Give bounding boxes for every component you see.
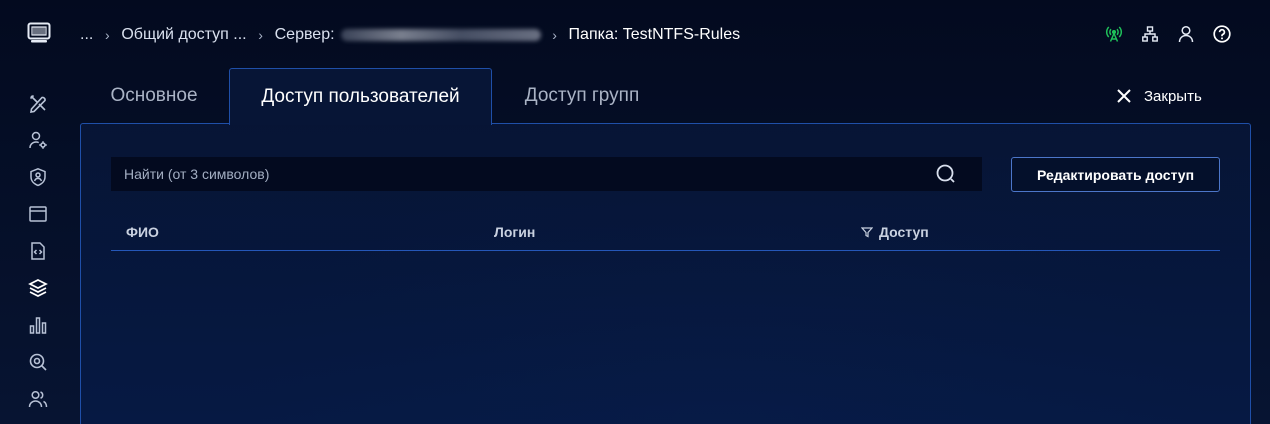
- tab-group-access[interactable]: Доступ групп: [492, 68, 672, 124]
- column-header-access[interactable]: Доступ: [861, 224, 929, 240]
- chevron-right-icon: ›: [552, 27, 557, 43]
- table-body: [111, 252, 1220, 424]
- layers-icon: [28, 278, 48, 297]
- close-label: Закрыть: [1144, 87, 1202, 105]
- search-bar: [111, 157, 982, 191]
- users-icon: [28, 390, 48, 407]
- column-header-label: Доступ: [879, 224, 929, 240]
- sidebar-item-reports[interactable]: [24, 306, 52, 343]
- header-actions: [1104, 24, 1232, 44]
- bar-chart-icon: [29, 316, 47, 334]
- chevron-right-icon: ›: [258, 27, 263, 43]
- search-input[interactable]: [111, 157, 934, 191]
- column-header-fio[interactable]: ФИО: [126, 224, 159, 240]
- search-icon[interactable]: [934, 162, 958, 186]
- filter-icon[interactable]: [861, 226, 873, 238]
- column-header-label: ФИО: [126, 224, 159, 240]
- edit-access-button[interactable]: Редактировать доступ: [1011, 157, 1220, 192]
- app-logo-icon[interactable]: [27, 22, 51, 44]
- app-window: ... › Общий доступ ... › Сервер: › Папка…: [0, 0, 1270, 424]
- close-button[interactable]: Закрыть: [1116, 86, 1202, 106]
- sidebar-item-code[interactable]: [24, 232, 52, 269]
- code-file-icon: [31, 241, 45, 260]
- breadcrumb-item-server[interactable]: Сервер:: [275, 26, 335, 44]
- content-panel: Редактировать доступ ФИО Логин Доступ: [80, 123, 1251, 424]
- window-icon: [29, 205, 47, 222]
- tab-general[interactable]: Основное: [80, 68, 228, 124]
- breadcrumb-item-shared-access[interactable]: Общий доступ ...: [121, 26, 246, 44]
- user-icon[interactable]: [1176, 24, 1196, 44]
- user-settings-icon: [29, 131, 47, 149]
- antenna-icon[interactable]: [1104, 24, 1124, 44]
- column-header-label: Логин: [494, 224, 536, 240]
- breadcrumb-item-ellipsis[interactable]: ...: [80, 26, 93, 44]
- redacted-server-name: [340, 29, 541, 41]
- table-header: ФИО Логин Доступ: [111, 216, 1220, 251]
- shield-icon: [30, 167, 46, 186]
- column-header-login[interactable]: Логин: [494, 224, 535, 240]
- tab-user-access[interactable]: Доступ пользователей: [229, 68, 492, 125]
- sidebar-item-users[interactable]: [24, 380, 52, 417]
- sidebar-nav: [24, 84, 52, 417]
- help-icon[interactable]: [1212, 24, 1232, 44]
- search-zoom-icon: [29, 353, 47, 371]
- breadcrumb: ... › Общий доступ ... › Сервер: › Папка…: [80, 24, 740, 46]
- sidebar-item-layers[interactable]: [24, 269, 52, 306]
- close-icon: [1117, 89, 1131, 103]
- network-icon[interactable]: [1140, 24, 1160, 44]
- sidebar-item-user-settings[interactable]: [24, 121, 52, 158]
- sidebar-item-search[interactable]: [24, 343, 52, 380]
- sidebar-item-security[interactable]: [24, 158, 52, 195]
- breadcrumb-item-folder: Папка: TestNTFS-Rules: [568, 26, 741, 43]
- chevron-right-icon: ›: [105, 27, 110, 43]
- top-bar: ... › Общий доступ ... › Сервер: › Папка…: [0, 0, 1270, 68]
- sidebar-item-window[interactable]: [24, 195, 52, 232]
- sidebar-item-tools[interactable]: [24, 84, 52, 121]
- tools-icon: [29, 94, 46, 113]
